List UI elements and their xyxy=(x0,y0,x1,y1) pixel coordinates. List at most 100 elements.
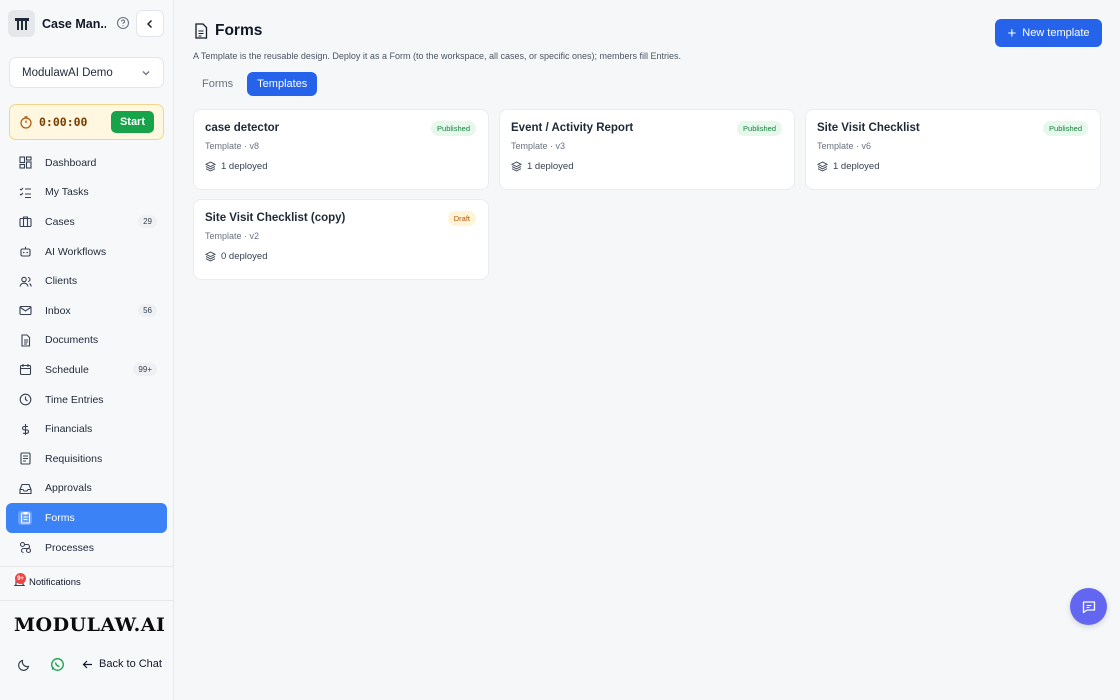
layers-icon xyxy=(817,161,828,172)
layers-icon xyxy=(205,251,216,262)
sidebar-item-label: My Tasks xyxy=(45,186,89,199)
chat-button[interactable] xyxy=(1070,588,1107,625)
deployment-count-label: 1 deployed xyxy=(527,161,574,172)
deployment-count-label: 1 deployed xyxy=(221,161,268,172)
deployment-count: 1 deployed xyxy=(205,161,267,172)
notifications-badge: 9+ xyxy=(15,573,26,584)
template-title: Event / Activity Report xyxy=(511,122,634,134)
deployment-count: 0 deployed xyxy=(205,251,267,262)
status-badge: Published xyxy=(1043,121,1088,136)
sidebar-item-schedule[interactable]: Schedule 99+ xyxy=(6,355,167,385)
deployment-count: 1 deployed xyxy=(511,161,573,172)
template-title: Site Visit Checklist (copy) xyxy=(205,212,346,224)
sidebar: Case Man... ModulawAI Demo 0:00:00 Start… xyxy=(0,0,174,700)
plus-icon: + xyxy=(1007,24,1017,42)
sidebar-item-processes[interactable]: Processes xyxy=(6,533,167,563)
stopwatch-icon xyxy=(20,116,32,129)
new-template-button[interactable]: + New template xyxy=(995,19,1102,47)
briefcase-icon xyxy=(18,215,32,229)
document-icon xyxy=(18,333,32,347)
count-badge: 99+ xyxy=(133,363,157,377)
tab-bar: Forms Templates xyxy=(194,72,323,96)
deployment-count: 1 deployed xyxy=(817,161,879,172)
template-card[interactable]: Site Visit Checklist Published Template … xyxy=(805,109,1101,190)
sidebar-item-time-entries[interactable]: Time Entries xyxy=(6,385,167,415)
divider xyxy=(0,600,174,601)
sidebar-item-label: Processes xyxy=(45,541,95,554)
sidebar-nav: Dashboard My Tasks Cases 29 AI Workflows… xyxy=(6,148,167,562)
notifications-button[interactable]: 9+ Notifications xyxy=(13,573,81,589)
sidebar-item-approvals[interactable]: Approvals xyxy=(6,474,167,504)
sidebar-item-requisitions[interactable]: Requisitions xyxy=(6,444,167,474)
workflow-icon xyxy=(18,541,32,555)
sidebar-item-financials[interactable]: Financials xyxy=(6,414,167,444)
chat-bubble-icon xyxy=(1082,600,1095,613)
page-subtitle: A Template is the reusable design. Deplo… xyxy=(193,51,682,61)
deployment-count-label: 1 deployed xyxy=(833,161,880,172)
clipboard-icon xyxy=(18,510,32,525)
page-header: Forms xyxy=(194,22,262,40)
deployment-count-label: 0 deployed xyxy=(221,251,268,262)
back-to-chat-link[interactable]: Back to Chat xyxy=(82,658,162,670)
sidebar-item-my-tasks[interactable]: My Tasks xyxy=(6,178,167,208)
app-name: Case Man... xyxy=(42,16,106,31)
status-badge: Published xyxy=(737,121,782,136)
count-badge: 56 xyxy=(138,304,157,318)
bell-icon: 9+ xyxy=(13,573,27,589)
template-version: Template · v2 xyxy=(205,231,260,241)
sidebar-item-label: Time Entries xyxy=(45,393,104,406)
collapse-sidebar-button[interactable] xyxy=(136,10,164,37)
help-icon[interactable] xyxy=(116,16,130,30)
sidebar-item-clients[interactable]: Clients xyxy=(6,266,167,296)
mail-icon xyxy=(18,304,32,318)
tab-templates[interactable]: Templates xyxy=(247,72,318,96)
chevron-down-icon xyxy=(142,70,150,75)
chevron-left-icon xyxy=(147,19,152,28)
status-badge: Draft xyxy=(447,211,476,226)
template-card[interactable]: Site Visit Checklist (copy) Draft Templa… xyxy=(193,199,489,280)
dollar-icon xyxy=(18,422,32,436)
brand-wordmark: MODULAW.AI xyxy=(14,614,166,636)
sidebar-item-label: Requisitions xyxy=(45,452,103,465)
back-to-chat-label: Back to Chat xyxy=(99,658,162,670)
arrow-left-icon xyxy=(82,660,92,668)
template-card[interactable]: Event / Activity Report Published Templa… xyxy=(499,109,795,190)
tasks-icon xyxy=(18,185,32,199)
start-timer-button[interactable]: Start xyxy=(110,111,154,133)
workspace-select[interactable]: ModulawAI Demo xyxy=(9,57,164,88)
moon-icon[interactable] xyxy=(16,656,32,672)
divider xyxy=(0,566,174,567)
sidebar-item-ai-workflows[interactable]: AI Workflows xyxy=(6,237,167,267)
workspace-select-value: ModulawAI Demo xyxy=(22,66,113,79)
sidebar-item-inbox[interactable]: Inbox 56 xyxy=(6,296,167,326)
tab-forms[interactable]: Forms xyxy=(194,72,241,96)
template-version: Template · v6 xyxy=(817,141,872,151)
sidebar-item-label: Documents xyxy=(45,334,99,347)
sidebar-item-documents[interactable]: Documents xyxy=(6,326,167,356)
calendar-icon xyxy=(18,363,32,377)
sidebar-footer: Back to Chat xyxy=(16,656,162,672)
page-title: Forms xyxy=(215,22,263,39)
sidebar-item-forms[interactable]: Forms xyxy=(6,503,167,533)
robot-icon xyxy=(18,245,32,259)
template-card[interactable]: case detector Published Template · v8 1 … xyxy=(193,109,489,190)
sidebar-item-cases[interactable]: Cases 29 xyxy=(6,207,167,237)
main-content: Forms A Template is the reusable design.… xyxy=(175,0,1120,700)
whatsapp-icon[interactable] xyxy=(49,656,65,672)
brand: Case Man... xyxy=(8,10,166,37)
sidebar-item-dashboard[interactable]: Dashboard xyxy=(6,148,167,178)
sidebar-item-label: Approvals xyxy=(45,482,92,495)
template-title: case detector xyxy=(205,122,280,134)
timer-value: 0:00:00 xyxy=(39,115,88,129)
template-version: Template · v8 xyxy=(205,141,260,151)
sidebar-item-label: Clients xyxy=(45,275,78,288)
template-version: Template · v3 xyxy=(511,141,566,151)
sidebar-item-label: Inbox xyxy=(45,304,71,317)
layers-icon xyxy=(511,161,522,172)
app-logo-icon[interactable] xyxy=(8,10,35,37)
sidebar-item-label: Financials xyxy=(45,423,93,436)
layers-icon xyxy=(205,161,216,172)
notifications-label: Notifications xyxy=(29,576,81,588)
count-badge: 29 xyxy=(138,215,157,229)
template-title: Site Visit Checklist xyxy=(817,122,920,134)
